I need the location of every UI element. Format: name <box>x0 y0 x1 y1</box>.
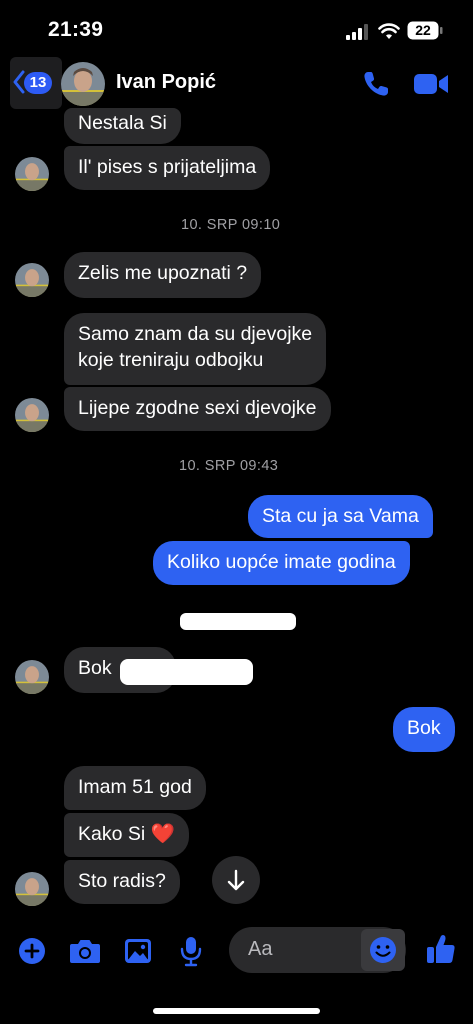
sender-avatar <box>15 398 49 432</box>
sender-avatar <box>15 872 49 906</box>
incoming-message[interactable]: Il' pises s prijateljima <box>64 146 271 190</box>
incoming-message[interactable]: Zelis me upoznati ? <box>64 252 262 298</box>
timestamp: 10. SRP 09:43 <box>179 458 279 474</box>
battery-icon: 22 <box>407 21 443 40</box>
sender-avatar <box>15 263 49 297</box>
incoming-message[interactable]: Lijepe zgodne sexi djevojke <box>64 387 331 431</box>
wifi-icon <box>378 23 400 39</box>
message-line: Samo znam da su djevojke <box>78 323 313 345</box>
outgoing-message[interactable]: Bok <box>393 707 455 752</box>
incoming-message[interactable]: Samo znam da su djevojke koje treniraju … <box>64 313 327 385</box>
message-line: koje treniraju odbojku <box>78 349 264 371</box>
redacted-text <box>120 659 253 685</box>
emoji-button[interactable] <box>361 929 405 971</box>
video-call-icon[interactable] <box>413 71 449 97</box>
outgoing-message[interactable]: Sta cu ja sa Vama <box>248 495 433 538</box>
redacted-text <box>180 613 296 630</box>
message-input-placeholder: Aa <box>248 938 273 960</box>
timestamp: 10. SRP 09:10 <box>181 217 281 233</box>
home-indicator <box>153 1008 320 1014</box>
sender-avatar <box>15 157 49 191</box>
plus-icon[interactable] <box>18 937 46 965</box>
unread-count-badge: 13 <box>24 72 52 94</box>
smiley-icon <box>370 937 396 963</box>
sender-avatar <box>15 660 49 694</box>
phone-call-icon[interactable] <box>362 70 390 98</box>
outgoing-message[interactable]: Koliko uopće imate godina <box>153 541 410 585</box>
contact-avatar[interactable] <box>61 62 105 106</box>
incoming-message[interactable]: Kako Si ❤️ <box>64 813 189 857</box>
incoming-message[interactable]: Imam 51 god <box>64 766 206 810</box>
battery-level: 22 <box>415 22 431 38</box>
contact-name[interactable]: Ivan Popić <box>116 71 216 94</box>
incoming-message[interactable]: Sto radis? <box>64 860 180 904</box>
thumbs-up-icon[interactable] <box>426 933 456 965</box>
gallery-icon[interactable] <box>124 938 152 964</box>
microphone-icon[interactable] <box>179 935 203 967</box>
message-text: Bok <box>78 657 112 679</box>
arrow-down-icon <box>227 869 245 891</box>
scroll-to-bottom-button[interactable] <box>212 856 260 904</box>
camera-icon[interactable] <box>69 938 101 964</box>
cellular-signal-icon <box>346 24 368 40</box>
incoming-message[interactable]: Nestala Si <box>64 108 181 144</box>
status-time: 21:39 <box>48 18 104 41</box>
